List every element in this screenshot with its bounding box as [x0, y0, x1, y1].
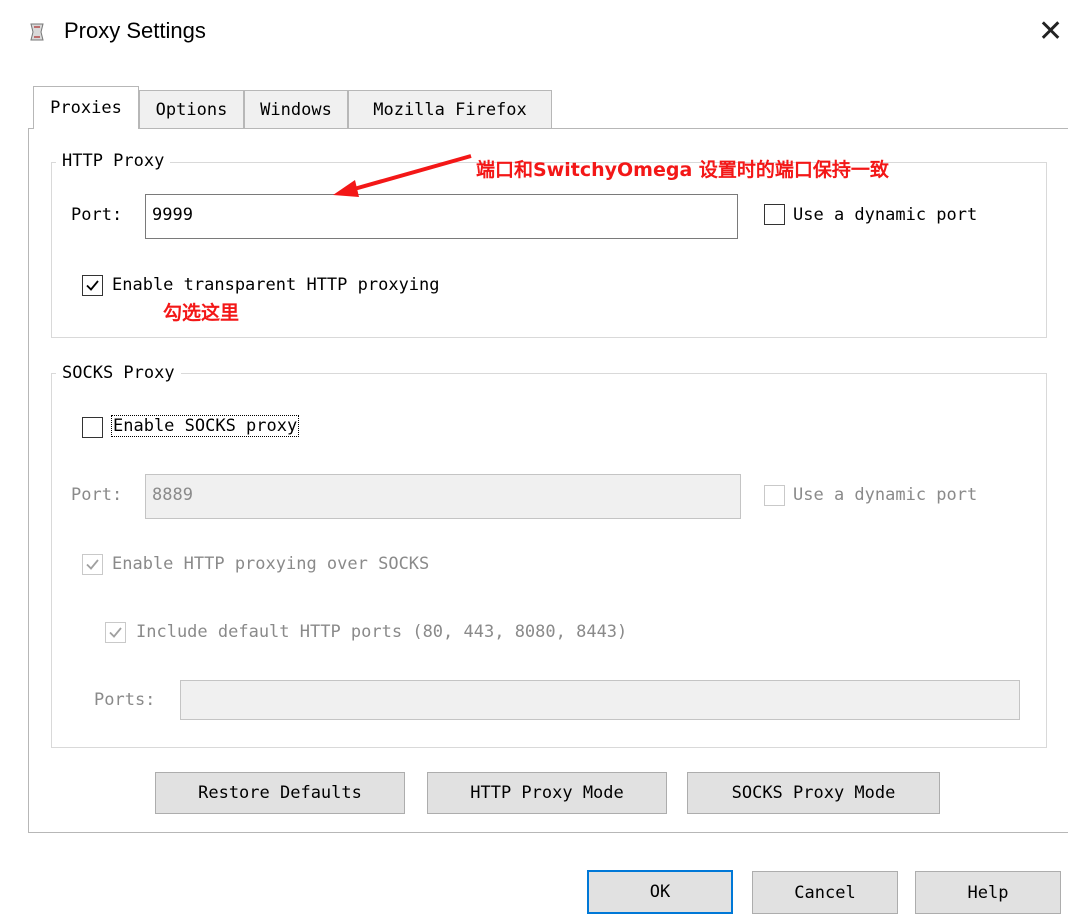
tab-options[interactable]: Options — [139, 90, 244, 128]
socks-proxy-mode-button[interactable]: SOCKS Proxy Mode — [687, 772, 940, 814]
http-proxy-mode-button[interactable]: HTTP Proxy Mode — [427, 772, 667, 814]
port-note-annotation: 端口和SwitchyOmega 设置时的端口保持一致 — [476, 159, 889, 181]
tab-windows-label: Windows — [260, 99, 332, 120]
http-dynamic-port-label: Use a dynamic port — [793, 205, 978, 225]
enable-socks-checkbox[interactable] — [82, 417, 103, 438]
window-title: Proxy Settings — [64, 18, 206, 43]
tab-windows[interactable]: Windows — [244, 90, 348, 128]
tab-mozilla-firefox[interactable]: Mozilla Firefox — [348, 90, 552, 128]
check-mark-icon — [86, 280, 99, 291]
tab-proxies[interactable]: Proxies — [33, 86, 139, 129]
http-proxy-group-label: HTTP Proxy — [56, 151, 171, 171]
http-over-socks-checkbox[interactable] — [82, 554, 103, 575]
http-over-socks-label: Enable HTTP proxying over SOCKS — [112, 554, 430, 574]
http-port-input[interactable]: 9999 — [145, 194, 738, 239]
check-here-annotation: 勾选这里 — [163, 302, 240, 324]
socks-port-input[interactable]: 8889 — [145, 474, 741, 519]
restore-defaults-button[interactable]: Restore Defaults — [155, 772, 405, 814]
tab-proxies-label: Proxies — [50, 98, 122, 118]
socks-dynamic-port-checkbox[interactable] — [764, 485, 785, 506]
cancel-button[interactable]: Cancel — [752, 871, 898, 914]
ports-label: Ports: — [94, 690, 156, 710]
ok-button[interactable]: OK — [587, 870, 733, 914]
tab-mozilla-firefox-label: Mozilla Firefox — [373, 99, 527, 120]
http-port-label: Port: — [71, 205, 123, 225]
include-default-ports-checkbox[interactable] — [105, 622, 126, 643]
close-icon[interactable]: ✕ — [1038, 17, 1063, 47]
tab-options-label: Options — [155, 99, 228, 120]
check-mark-icon — [86, 559, 99, 570]
proxy-app-icon — [30, 23, 44, 41]
red-arrow-icon — [333, 154, 472, 197]
socks-proxy-group-label: SOCKS Proxy — [56, 363, 181, 383]
include-default-ports-label: Include default HTTP ports (80, 443, 808… — [136, 622, 628, 642]
transparent-proxying-checkbox[interactable] — [82, 275, 103, 296]
http-dynamic-port-checkbox[interactable] — [764, 204, 785, 225]
socks-port-label: Port: — [71, 485, 123, 505]
transparent-proxying-label: Enable transparent HTTP proxying — [112, 275, 440, 295]
check-mark-icon — [109, 627, 122, 638]
enable-socks-label: Enable SOCKS proxy — [111, 415, 300, 437]
help-button[interactable]: Help — [915, 871, 1061, 914]
socks-dynamic-port-label: Use a dynamic port — [793, 485, 978, 505]
enable-socks-label-text: Enable SOCKS proxy — [111, 415, 300, 437]
ports-input[interactable] — [180, 680, 1020, 720]
